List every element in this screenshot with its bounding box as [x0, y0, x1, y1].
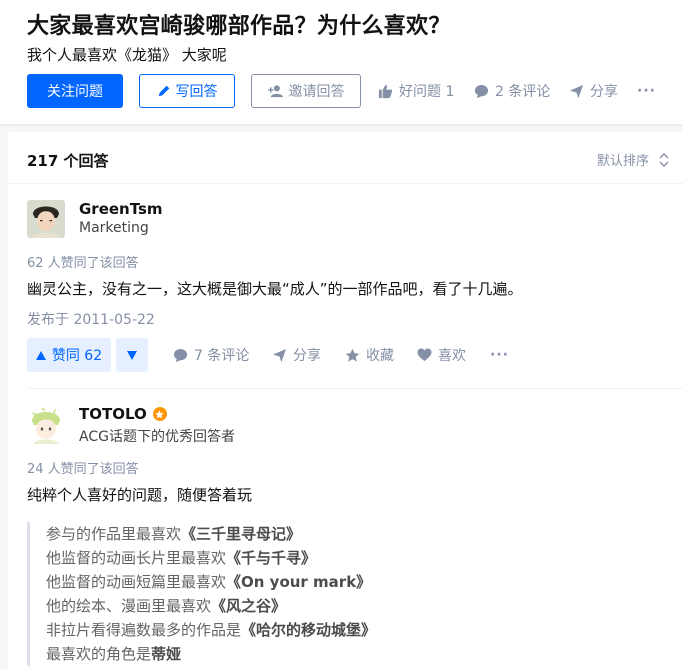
like-button[interactable]: 喜欢: [417, 338, 466, 372]
quote-line: 非拉片看得遍数最多的作品是《哈尔的移动城堡》: [46, 618, 667, 642]
share-icon: [569, 84, 584, 98]
add-user-icon: [267, 85, 283, 98]
author-name-text: GreenTsm: [79, 200, 163, 218]
triangle-down-icon: [127, 350, 137, 360]
question-title: 大家最喜欢宫崎骏哪部作品？为什么喜欢？: [27, 14, 451, 39]
divider: [27, 388, 683, 389]
quote-line-text: 他监督的动画短篇里最喜欢: [46, 573, 227, 591]
invite-label: 邀请回答: [288, 84, 345, 100]
answer-more-button[interactable]: ···: [490, 338, 509, 372]
collect-label: 收藏: [366, 348, 394, 364]
quote-line-text: 他的绘本、漫画里最喜欢: [46, 597, 212, 615]
star-icon: [345, 348, 360, 362]
answer-quote: 参与的作品里最喜欢《三千里寻母记》 他监督的动画长片里最喜欢《千与千寻》 他监督…: [27, 522, 667, 666]
share-icon: [272, 348, 287, 362]
question-share-label: 分享: [590, 84, 618, 100]
quote-line-bold: 《On your mark》: [226, 573, 372, 591]
votes-line: 24 人赞同了该回答: [27, 462, 139, 477]
quote-line-bold: 《千与千寻》: [226, 549, 317, 567]
avatar-image: [27, 200, 65, 238]
answers-list-header: 217 个回答 默认排序: [8, 132, 683, 184]
question-header: 大家最喜欢宫崎骏哪部作品？为什么喜欢？ 我个人最喜欢《龙猫》 大家呢 关注问题 …: [0, 0, 683, 124]
sort-dropdown[interactable]: 默认排序: [597, 150, 669, 169]
sort-chevron-icon: [659, 152, 669, 167]
good-question-button[interactable]: 好问题 1: [378, 74, 454, 108]
upvote-button[interactable]: 赞同 62: [27, 338, 111, 372]
votes-line: 62 人赞同了该回答: [27, 256, 139, 271]
comment-icon: [474, 84, 489, 98]
question-share-button[interactable]: 分享: [569, 74, 618, 108]
downvote-button[interactable]: [116, 338, 148, 372]
sort-label: 默认排序: [596, 154, 649, 169]
follow-question-button[interactable]: 关注问题: [27, 74, 123, 108]
excellent-answerer-badge-icon: [152, 407, 167, 421]
more-icon: ···: [637, 83, 656, 99]
avatar-image: [27, 406, 65, 444]
avatar[interactable]: [27, 200, 65, 238]
answer-content: 幽灵公主，没有之一，这大概是御大最“成人”的一部作品吧，看了十几遍。: [27, 280, 523, 298]
share-label: 分享: [293, 348, 321, 364]
like-label: 喜欢: [438, 348, 466, 364]
question-detail: 我个人最喜欢《龙猫》 大家呢: [27, 46, 227, 64]
quote-line: 他的绘本、漫画里最喜欢《风之谷》: [46, 594, 667, 618]
triangle-up-icon: [35, 350, 46, 360]
author-headline: ACG话题下的优秀回答者: [79, 429, 235, 445]
quote-line-bold: 《哈尔的移动城堡》: [241, 621, 377, 639]
quote-line: 他监督的动画短篇里最喜欢《On your mark》: [46, 570, 667, 594]
follow-label: 关注问题: [47, 84, 103, 100]
quote-line: 他监督的动画长片里最喜欢《千与千寻》: [46, 546, 667, 570]
author-headline: Marketing: [79, 220, 149, 236]
avatar[interactable]: [27, 406, 65, 444]
answer-count: 217 个回答: [27, 152, 109, 170]
quote-line-text: 非拉片看得遍数最多的作品是: [46, 621, 242, 639]
comment-icon: [173, 348, 188, 362]
answer-content: 纯粹个人喜好的问题，随便答着玩: [27, 486, 253, 504]
good-question-label: 好问题 1: [399, 84, 455, 100]
quote-line-bold: 《风之谷》: [211, 597, 287, 615]
author-name[interactable]: TOTOLO: [79, 405, 167, 423]
upvote-label: 赞同 62: [51, 348, 103, 364]
comments-button[interactable]: 7 条评论: [173, 338, 249, 372]
quote-line-text: 他监督的动画长片里最喜欢: [46, 549, 227, 567]
quote-line: 参与的作品里最喜欢《三千里寻母记》: [46, 522, 667, 546]
answers-card: 217 个回答 默认排序 GreenTsm Marketing 62 人赞同了该…: [8, 132, 683, 669]
author-name[interactable]: GreenTsm: [79, 200, 163, 218]
heart-icon: [417, 348, 432, 362]
comments-label: 7 条评论: [194, 348, 250, 364]
question-comments-label: 2 条评论: [495, 84, 551, 100]
author-name-text: TOTOLO: [79, 405, 147, 423]
quote-line: 最喜欢的角色是蒂娅: [46, 642, 667, 666]
publish-date[interactable]: 发布于 2011-05-22: [27, 309, 155, 329]
write-answer-button[interactable]: 写回答: [139, 74, 235, 108]
quote-line-text: 参与的作品里最喜欢: [46, 525, 182, 543]
thumbs-up-icon: [378, 84, 393, 98]
question-more-button[interactable]: ···: [637, 74, 656, 108]
pencil-icon: [158, 85, 169, 97]
more-icon: ···: [490, 347, 509, 363]
quote-line-bold: 蒂娅: [151, 645, 182, 663]
write-label: 写回答: [175, 84, 218, 100]
collect-button[interactable]: 收藏: [345, 338, 394, 372]
share-button[interactable]: 分享: [272, 338, 321, 372]
invite-answer-button[interactable]: 邀请回答: [251, 74, 361, 108]
quote-line-text: 最喜欢的角色是: [46, 645, 152, 663]
question-comments-button[interactable]: 2 条评论: [474, 74, 550, 108]
quote-line-bold: 《三千里寻母记》: [181, 525, 302, 543]
